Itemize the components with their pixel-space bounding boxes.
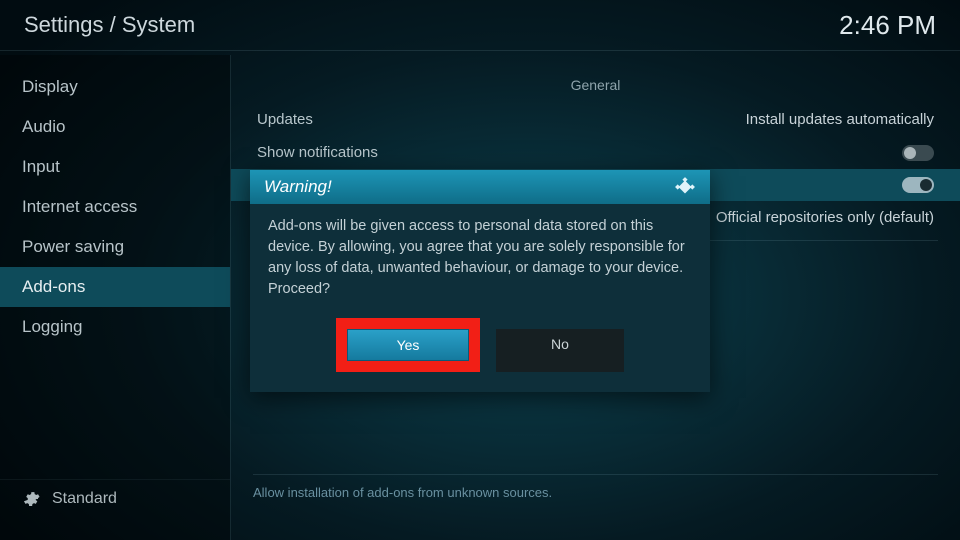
no-button[interactable]: No: [496, 329, 624, 372]
warning-dialog: Warning! Add-ons will be given access to…: [250, 170, 710, 392]
settings-level-button[interactable]: Standard: [0, 479, 230, 518]
kodi-logo-icon: [674, 176, 696, 198]
sidebar-item-input[interactable]: Input: [0, 147, 230, 187]
sidebar-item-display[interactable]: Display: [0, 67, 230, 107]
row-show-notifications[interactable]: Show notifications: [253, 136, 938, 169]
dialog-actions: Yes No: [250, 318, 710, 392]
breadcrumb: Settings / System: [24, 12, 195, 38]
clock: 2:46 PM: [839, 10, 936, 41]
sidebar-item-audio[interactable]: Audio: [0, 107, 230, 147]
row-label: Show notifications: [257, 144, 378, 161]
sidebar-item-logging[interactable]: Logging: [0, 307, 230, 347]
dialog-title-bar: Warning!: [250, 170, 710, 204]
yes-button[interactable]: Yes: [347, 329, 469, 361]
sidebar-item-internet-access[interactable]: Internet access: [0, 187, 230, 227]
settings-level-label: Standard: [52, 490, 117, 508]
sidebar-item-add-ons[interactable]: Add-ons: [0, 267, 230, 307]
gear-icon: [22, 490, 40, 508]
sidebar: Display Audio Input Internet access Powe…: [0, 55, 230, 540]
sidebar-item-power-saving[interactable]: Power saving: [0, 227, 230, 267]
yes-button-highlight: Yes: [336, 318, 480, 372]
section-title: General: [253, 71, 938, 103]
toggle-on-icon[interactable]: [902, 177, 934, 193]
footnote: Allow installation of add-ons from unkno…: [253, 474, 938, 500]
toggle-off-icon[interactable]: [902, 145, 934, 161]
row-updates[interactable]: Updates Install updates automatically: [253, 103, 938, 136]
dialog-title: Warning!: [264, 177, 332, 197]
row-label: Updates: [257, 111, 313, 128]
row-value: Install updates automatically: [746, 111, 934, 128]
row-value: Official repositories only (default): [716, 209, 934, 226]
top-bar: Settings / System 2:46 PM: [0, 0, 960, 50]
dialog-body: Add-ons will be given access to personal…: [250, 204, 710, 318]
